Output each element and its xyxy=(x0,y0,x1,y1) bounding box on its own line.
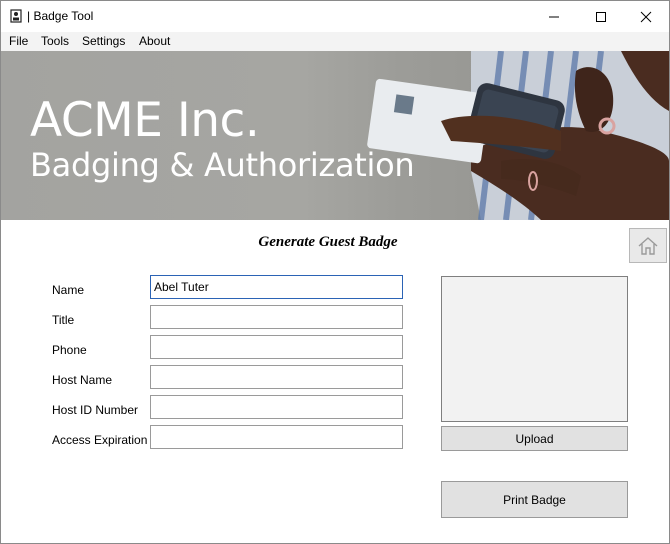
title-field[interactable] xyxy=(150,305,403,329)
print-badge-button[interactable]: Print Badge xyxy=(441,481,628,518)
label-phone: Phone xyxy=(52,343,87,357)
banner-subtitle: Badging & Authorization xyxy=(30,146,415,184)
menu-bar: File Tools Settings About xyxy=(1,32,669,51)
minimize-button[interactable] xyxy=(531,1,577,32)
label-host-name: Host Name xyxy=(52,373,113,387)
photo-preview xyxy=(441,276,628,422)
form-heading: Generate Guest Badge xyxy=(258,234,398,250)
maximize-icon xyxy=(596,11,606,22)
badge-app-icon xyxy=(10,9,22,23)
close-button[interactable] xyxy=(623,1,669,32)
menu-about[interactable]: About xyxy=(139,34,170,48)
label-host-id: Host ID Number xyxy=(52,403,139,417)
menu-file[interactable]: File xyxy=(9,34,28,48)
label-title: Title xyxy=(52,313,75,327)
home-button[interactable] xyxy=(629,228,667,263)
host-name-field[interactable] xyxy=(150,365,403,389)
banner-title: ACME Inc. xyxy=(30,93,260,148)
title-bar: | Badge Tool xyxy=(1,1,669,32)
access-expiration-field[interactable] xyxy=(150,425,403,449)
header-banner: ACME Inc. Badging & Authorization xyxy=(1,51,669,220)
window-title: | Badge Tool xyxy=(27,9,94,23)
label-access-expiration: Access Expiration xyxy=(52,433,148,447)
phone-field[interactable] xyxy=(150,335,403,359)
maximize-button[interactable] xyxy=(578,1,624,32)
menu-settings[interactable]: Settings xyxy=(82,34,125,48)
upload-button[interactable]: Upload xyxy=(441,426,628,451)
app-window: | Badge Tool File Tools Settings About A… xyxy=(0,0,670,544)
label-name: Name xyxy=(52,283,85,297)
name-field[interactable] xyxy=(150,275,403,299)
menu-tools[interactable]: Tools xyxy=(41,34,69,48)
host-id-field[interactable] xyxy=(150,395,403,419)
minimize-icon xyxy=(549,16,559,17)
close-icon xyxy=(640,11,652,22)
home-icon xyxy=(638,236,658,255)
